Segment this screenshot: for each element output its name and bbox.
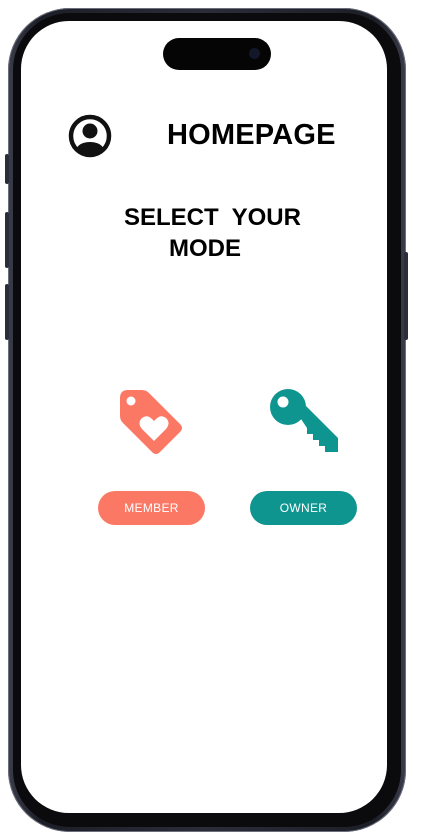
- action-button[interactable]: [5, 154, 9, 184]
- profile-icon[interactable]: [68, 114, 112, 158]
- member-button[interactable]: MEMBER: [98, 491, 205, 525]
- dynamic-island: [163, 38, 271, 70]
- heading-line-2: MODE: [169, 235, 241, 262]
- select-mode-heading: SELECT YOUR MODE: [124, 202, 344, 264]
- heart-tag-icon: [114, 384, 188, 458]
- owner-button[interactable]: OWNER: [250, 491, 357, 525]
- heading-line-1: SELECT YOUR: [124, 204, 301, 231]
- volume-down-button[interactable]: [5, 284, 9, 340]
- screen: HOMEPAGE SELECT YOUR MODE MEMBER OWNER: [21, 21, 387, 813]
- camera-icon: [249, 48, 260, 59]
- key-icon: [269, 386, 341, 458]
- phone-frame: HOMEPAGE SELECT YOUR MODE MEMBER OWNER: [8, 8, 406, 832]
- power-button[interactable]: [404, 252, 408, 340]
- volume-up-button[interactable]: [5, 212, 9, 268]
- page-title: HOMEPAGE: [167, 119, 336, 151]
